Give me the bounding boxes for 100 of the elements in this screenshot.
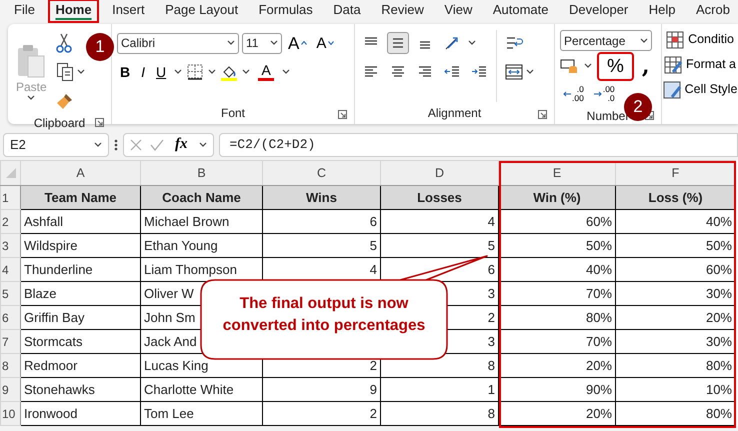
menu-tab[interactable]: File [8, 0, 41, 22]
left-arrow-icon [563, 91, 571, 97]
table-cell: 8 [488, 358, 495, 373]
font-color-button[interactable]: A [255, 60, 278, 84]
table-cell: Wildspire [24, 238, 78, 253]
dialog-launcher-icon[interactable] [338, 110, 347, 119]
bold-button[interactable]: B [117, 62, 134, 82]
menu-tab[interactable]: Home [49, 0, 98, 22]
middle-align-button[interactable] [387, 32, 409, 54]
column-header[interactable]: D [380, 160, 498, 186]
caret-icon[interactable] [208, 69, 216, 75]
table-cell: Ashfall [24, 214, 64, 229]
drag-handle-icon [114, 138, 118, 150]
menu-tab[interactable]: Insert [106, 0, 151, 22]
grow-font-button[interactable]: A [285, 32, 310, 54]
decrease-decimal-button[interactable]: .00 .0 [592, 84, 616, 104]
table-cell: 60% [706, 262, 732, 277]
table-cell: 50% [706, 238, 732, 253]
menu-tab[interactable]: View [438, 0, 478, 22]
row-header[interactable]: 7 [0, 330, 20, 354]
menu-tab[interactable]: Review [375, 0, 430, 22]
name-box[interactable]: E2 [3, 132, 109, 156]
row-header[interactable]: 9 [0, 378, 20, 402]
dialog-launcher-icon[interactable] [95, 118, 104, 127]
row-header[interactable]: 1 [0, 186, 20, 210]
group-label: Font [220, 105, 245, 122]
table-cell: Tom Lee [144, 406, 194, 421]
row-header[interactable]: 3 [0, 234, 20, 258]
menu-tab[interactable]: Formulas [252, 0, 319, 22]
percent-button[interactable]: % [598, 52, 633, 80]
accounting-icon[interactable] [560, 58, 578, 74]
caret-icon[interactable] [282, 69, 290, 75]
row-header[interactable]: 6 [0, 306, 20, 330]
menu-tab[interactable]: Automate [486, 0, 554, 22]
table-cell: 50% [586, 238, 612, 253]
table-cell: 40% [706, 214, 732, 229]
menu-tab[interactable]: Help [642, 0, 682, 22]
menu-tab[interactable]: Page Layout [159, 0, 244, 22]
paintbrush-icon[interactable] [56, 92, 74, 110]
row-header[interactable]: 10 [0, 402, 20, 426]
caret-icon[interactable] [584, 63, 592, 69]
column-header[interactable]: A [20, 160, 140, 186]
row-header[interactable]: 5 [0, 282, 20, 306]
merge-cells-icon[interactable] [505, 64, 523, 80]
table-cell: John Sm [144, 310, 196, 325]
table-cell: 4 [370, 262, 377, 277]
conditional-style-button[interactable]: Conditio [667, 27, 733, 52]
menu-tab[interactable]: Acrob [690, 0, 736, 22]
shrink-font-button[interactable]: A [313, 32, 338, 54]
caret-icon[interactable] [242, 69, 250, 75]
insert-function-button[interactable]: fx [172, 134, 190, 155]
column-heading: Wins [306, 190, 337, 205]
table-cell: Ironwood [24, 406, 78, 421]
scissors-icon[interactable] [56, 33, 72, 53]
caret-icon[interactable] [198, 142, 206, 148]
check-icon[interactable] [150, 138, 164, 150]
underline-button[interactable]: U [153, 62, 170, 82]
caret-icon[interactable] [270, 40, 278, 46]
caret-icon[interactable] [94, 142, 102, 148]
menu-tab[interactable]: Developer [563, 0, 634, 22]
fill-color-icon[interactable] [221, 64, 238, 80]
row-header[interactable]: 8 [0, 354, 20, 378]
column-header[interactable]: E [498, 160, 616, 186]
table-cell: 80% [586, 310, 612, 325]
copy-icon[interactable] [56, 62, 74, 82]
font-size-field[interactable]: 11 [242, 32, 282, 54]
column-header[interactable]: F [616, 160, 736, 186]
table-cell: 80% [706, 358, 732, 373]
comma-style-button[interactable]: , [638, 56, 653, 76]
column-heading: Win (%) [533, 190, 581, 205]
table-cell: 30% [706, 286, 732, 301]
caret-icon[interactable] [76, 69, 85, 75]
caret-icon[interactable] [640, 38, 648, 44]
caret-icon[interactable] [227, 40, 235, 46]
up-caret-icon [301, 41, 308, 45]
increase-decimal-button[interactable]: .0 .00 [562, 84, 585, 104]
table-cell: 6 [488, 262, 495, 277]
caret-icon[interactable] [526, 69, 534, 75]
column-header[interactable]: C [262, 160, 380, 186]
column-heading: Loss (%) [648, 190, 703, 205]
borders-icon[interactable] [187, 64, 204, 80]
table-cell: Oliver W [144, 286, 194, 301]
number-format-field[interactable]: Percentage [560, 30, 652, 51]
font-name-field[interactable]: Calibri [117, 32, 239, 54]
orientation-lines-icon [444, 35, 460, 51]
column-heading: Coach Name [162, 190, 241, 205]
grid-icon [666, 30, 684, 48]
row-header[interactable]: 2 [0, 210, 20, 234]
table-cell: Jack And [144, 334, 197, 349]
row-header[interactable]: 4 [0, 258, 20, 282]
menu-tab[interactable]: Data [327, 0, 367, 22]
callout-text: The final output is now converted into percentages [222, 294, 426, 336]
table-cell: Stonehawks [24, 382, 95, 397]
table-cell: 20% [586, 406, 612, 421]
caret-icon[interactable] [174, 69, 182, 75]
formula-field[interactable]: =C2/(C2+D2) [218, 132, 738, 156]
column-header[interactable]: B [140, 160, 262, 186]
caret-icon[interactable] [468, 40, 476, 46]
dialog-launcher-icon[interactable] [538, 110, 547, 119]
italic-button[interactable]: I [138, 62, 148, 82]
